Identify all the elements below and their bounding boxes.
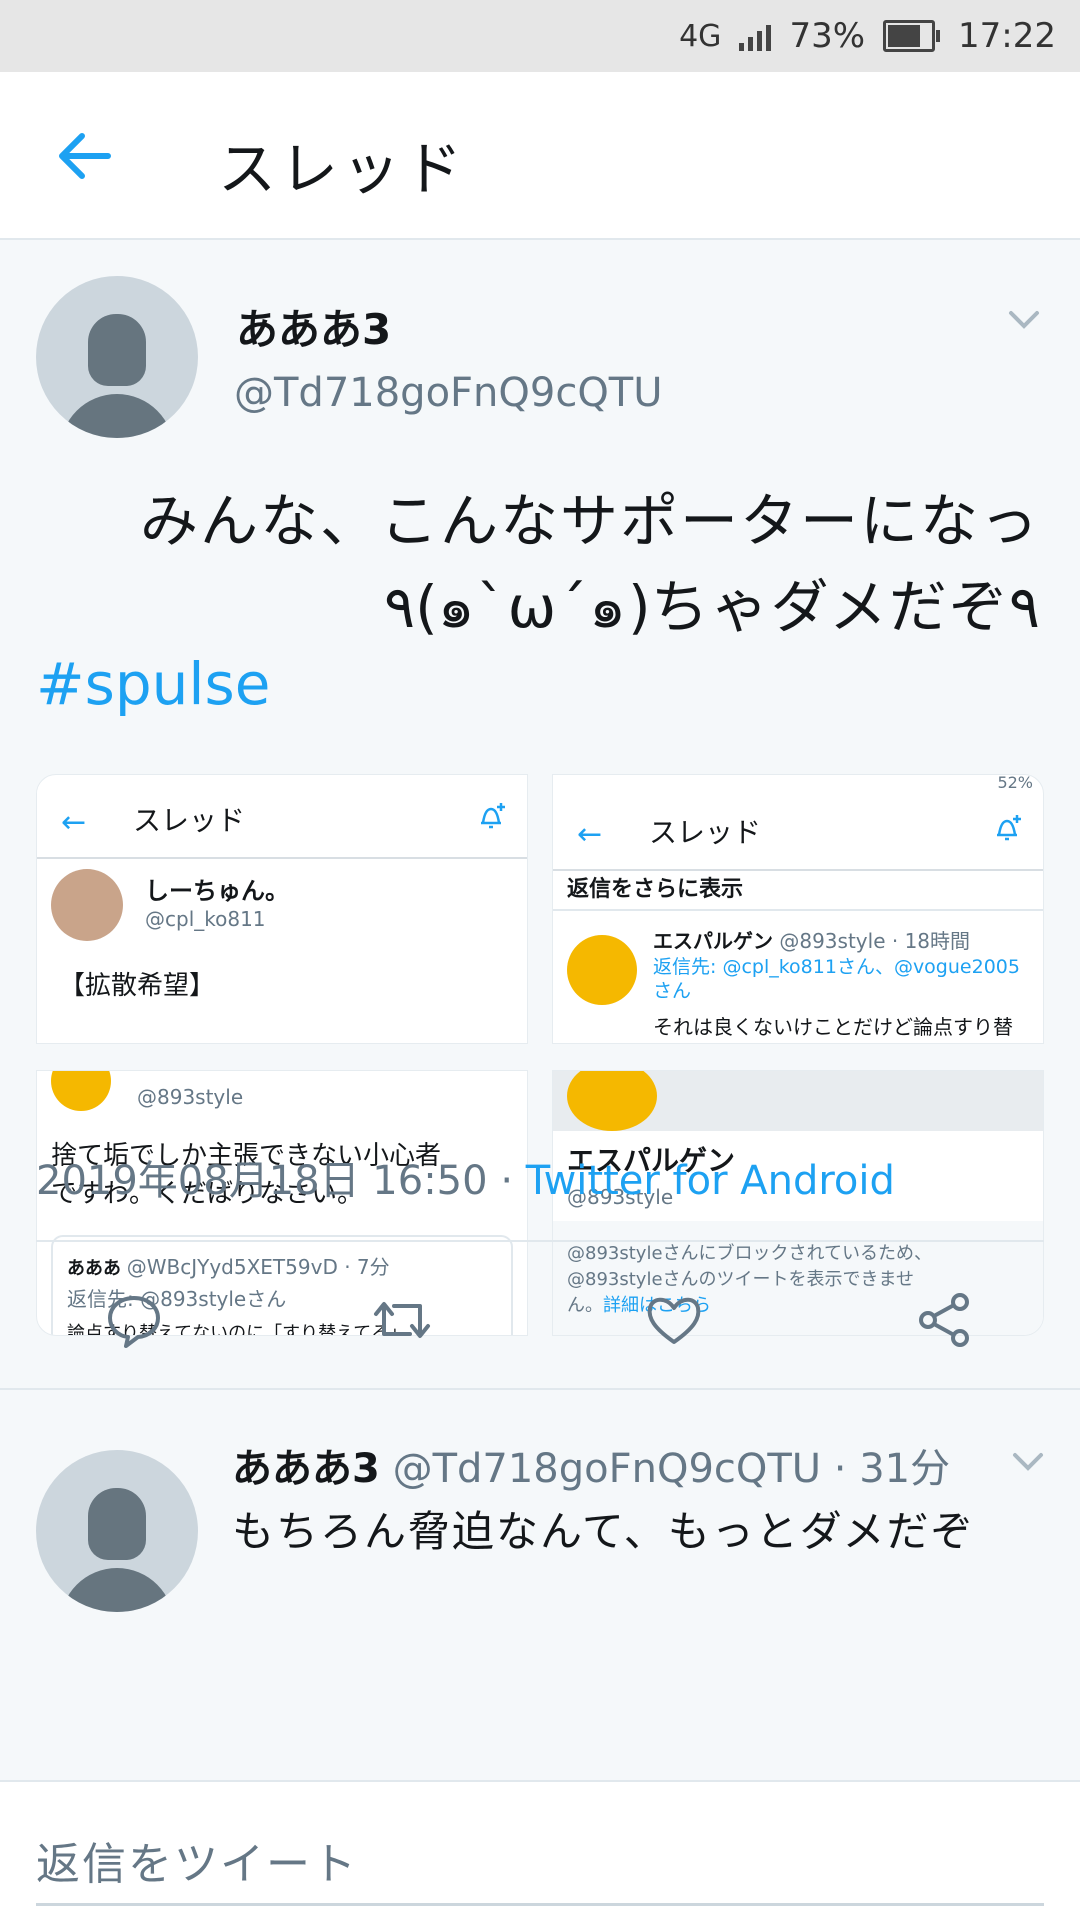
retweet-icon[interactable] xyxy=(372,1290,432,1350)
battery-icon xyxy=(883,20,941,52)
back-arrow-icon[interactable] xyxy=(56,130,112,182)
mini-app-bar: ← スレッド xyxy=(553,793,1043,871)
tweet-text-line1: みんな、こんなサポーターになっ xyxy=(139,487,1040,555)
mini-name: しーちゅん。 xyxy=(145,877,289,905)
mini-text: それは良くないけことだけど論点すり替 xyxy=(653,1015,1013,1039)
signal-icon xyxy=(739,21,772,51)
reply-author-handle: @Td718goFnQ9cQTU · 31分 xyxy=(392,1446,951,1492)
avatar[interactable] xyxy=(36,276,198,438)
mini-title: スレッド xyxy=(133,804,246,837)
tweet-author-name[interactable]: あああ3 xyxy=(236,296,391,357)
bell-plus-icon xyxy=(997,815,1021,841)
app-bar: スレッド xyxy=(0,72,1080,240)
divider xyxy=(553,909,1043,911)
tweet-text: みんな、こんなサポーターになっ ٩(๑`ω´๑)ちゃダメだぞ۹ xyxy=(36,478,1040,650)
reply-compose-bar[interactable]: 返信をツイート xyxy=(0,1780,1080,1920)
tweet-timestamp: 2019年08月18日 16:50 xyxy=(36,1158,488,1204)
status-bar: 4G 73% 17:22 xyxy=(0,0,1080,72)
reply-author-name: あああ3 xyxy=(232,1446,380,1492)
share-icon[interactable] xyxy=(914,1290,974,1350)
mini-reply-to: 返信先: @cpl_ko811さん、@vogue2005さん xyxy=(653,956,1020,1002)
avatar-head xyxy=(88,1488,146,1560)
media-image-1[interactable]: ← スレッド しーちゅん。 @cpl_ko811 【拡散希望】 xyxy=(36,774,528,1044)
reply-icon[interactable] xyxy=(104,1290,164,1350)
mini-title: スレッド xyxy=(649,816,762,849)
mini-handle: @893style xyxy=(137,1085,244,1109)
mini-app-bar: ← スレッド xyxy=(37,781,527,859)
reply-header: あああ3 @Td718goFnQ9cQTU · 31分 xyxy=(232,1436,950,1494)
bell-plus-icon xyxy=(481,803,505,829)
mini-text: 【拡散希望】 xyxy=(59,971,216,1001)
chevron-down-icon[interactable] xyxy=(1012,1452,1044,1472)
chevron-down-icon[interactable] xyxy=(1008,310,1040,330)
avatar-body xyxy=(60,1568,174,1612)
tweet-actions xyxy=(0,1240,1080,1390)
meta-separator: · xyxy=(500,1158,514,1204)
mini-name: エスパルゲン xyxy=(653,929,773,953)
tweet-text-line2: ٩(๑`ω´๑)ちゃダメだぞ۹ xyxy=(383,573,1040,641)
reply-tweet[interactable]: あああ3 @Td718goFnQ9cQTU · 31分 もちろん脅迫なんて、もっ… xyxy=(0,1390,1080,1780)
avatar xyxy=(567,935,637,1005)
show-more-replies: 返信をさらに表示 xyxy=(567,877,744,902)
input-underline xyxy=(36,1903,1044,1906)
mini-status: 52% xyxy=(997,774,1033,792)
mini-meta: @893style · 18時間 xyxy=(779,929,971,953)
tweet-meta: 2019年08月18日 16:50 · Twitter for Android xyxy=(36,1148,895,1206)
battery-percent: 73% xyxy=(789,16,866,56)
avatar-body xyxy=(60,394,174,438)
like-heart-icon[interactable] xyxy=(644,1290,704,1350)
mini-handle: @cpl_ko811 xyxy=(145,907,266,931)
avatar xyxy=(51,869,123,941)
reply-text: もちろん脅迫なんて、もっとダメだぞ xyxy=(232,1507,975,1556)
tweet-source-link[interactable]: Twitter for Android xyxy=(526,1158,895,1204)
tweet-author-handle[interactable]: @Td718goFnQ9cQTU xyxy=(234,370,663,416)
hashtag-link[interactable]: #spulse xyxy=(36,650,270,718)
mini-author: エスパルゲン @893style · 18時間 xyxy=(653,925,970,954)
avatar[interactable] xyxy=(36,1450,198,1612)
reply-input-placeholder[interactable]: 返信をツイート xyxy=(36,1828,358,1892)
network-indicator: 4G xyxy=(679,18,722,54)
avatar-head xyxy=(88,314,146,386)
clock: 17:22 xyxy=(958,16,1056,56)
media-image-2[interactable]: 52% ← スレッド 返信をさらに表示 エスパルゲン @893style · 1… xyxy=(552,774,1044,1044)
avatar xyxy=(51,1071,111,1111)
back-arrow-icon: ← xyxy=(61,805,87,840)
page-title: スレッド xyxy=(218,135,467,203)
back-arrow-icon: ← xyxy=(577,817,603,852)
